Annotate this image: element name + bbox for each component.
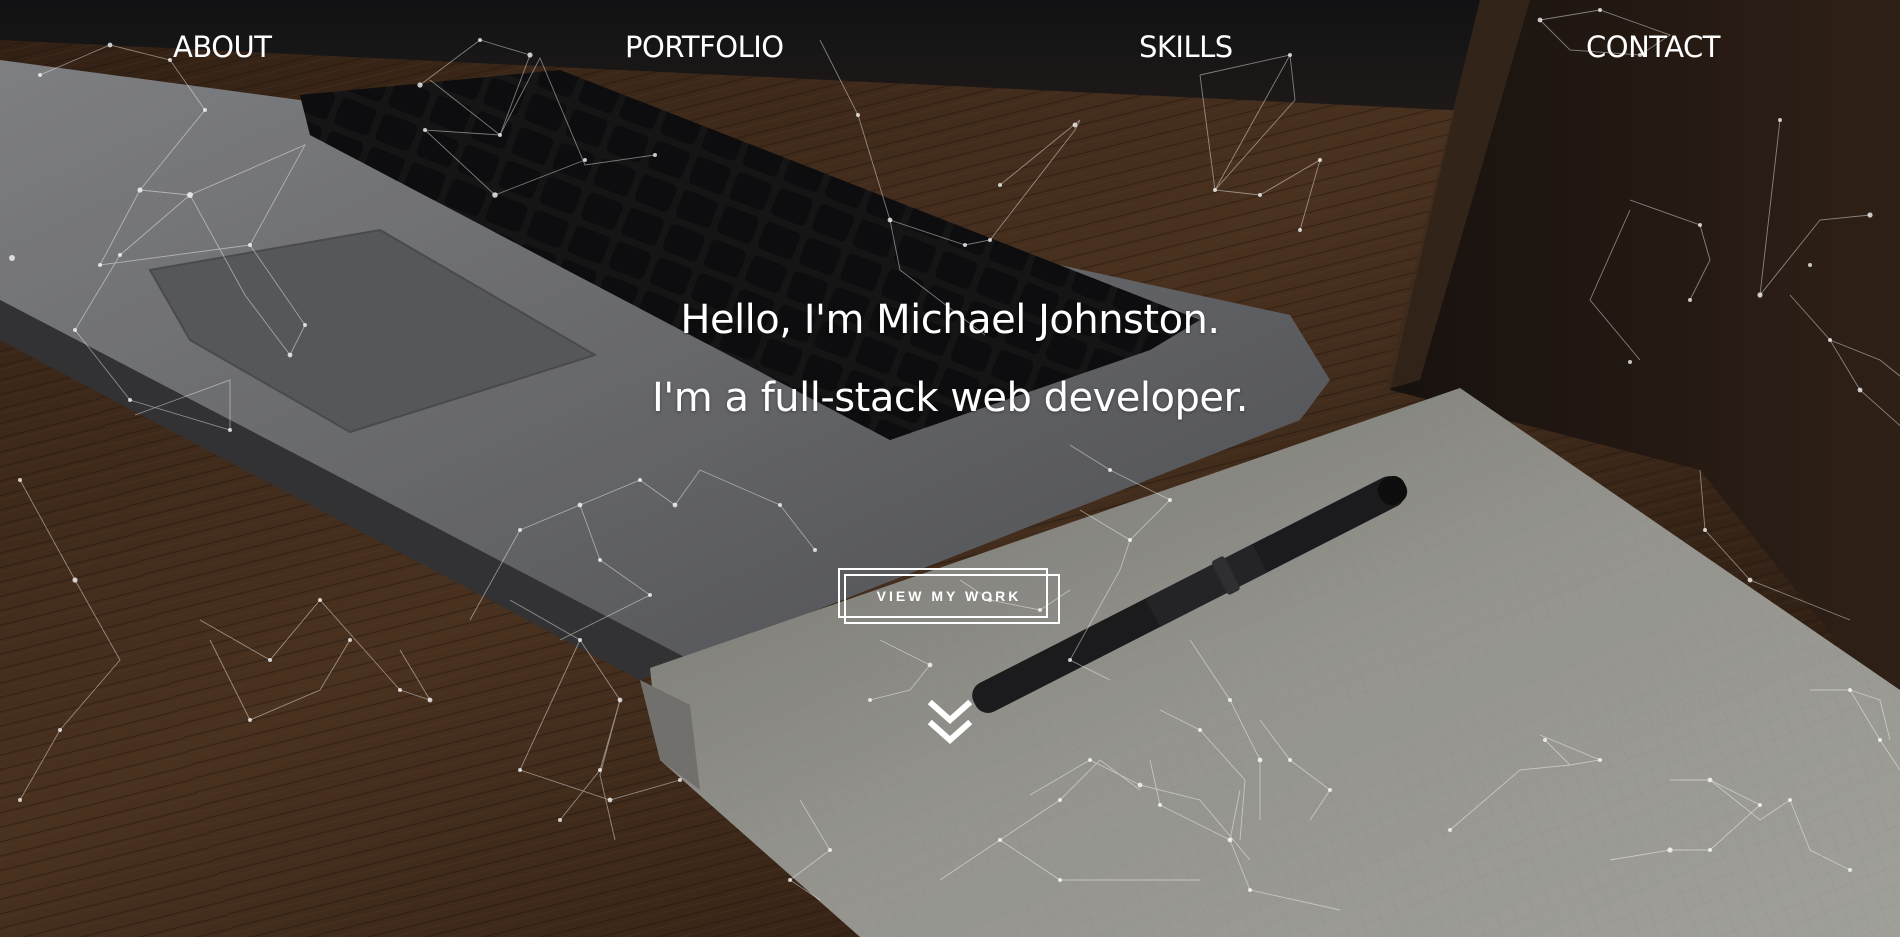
- double-chevron-down-icon[interactable]: [924, 698, 976, 750]
- hero-tagline: I'm a full-stack web developer.: [652, 375, 1248, 421]
- nav-link-contact[interactable]: CONTACT: [1586, 30, 1721, 64]
- nav-link-portfolio[interactable]: PORTFOLIO: [625, 30, 784, 64]
- nav-link-skills[interactable]: SKILLS: [1139, 30, 1233, 64]
- view-my-work-button[interactable]: VIEW MY WORK: [838, 568, 1060, 624]
- particle-network-background: [9, 8, 1900, 911]
- main-navigation: ABOUT PORTFOLIO SKILLS CONTACT: [0, 0, 1900, 100]
- hero-section: ABOUT PORTFOLIO SKILLS CONTACT Hello, I'…: [0, 0, 1900, 937]
- view-my-work-label: VIEW MY WORK: [876, 588, 1022, 604]
- hero-greeting: Hello, I'm Michael Johnston.: [680, 297, 1220, 343]
- nav-link-about[interactable]: ABOUT: [173, 30, 272, 64]
